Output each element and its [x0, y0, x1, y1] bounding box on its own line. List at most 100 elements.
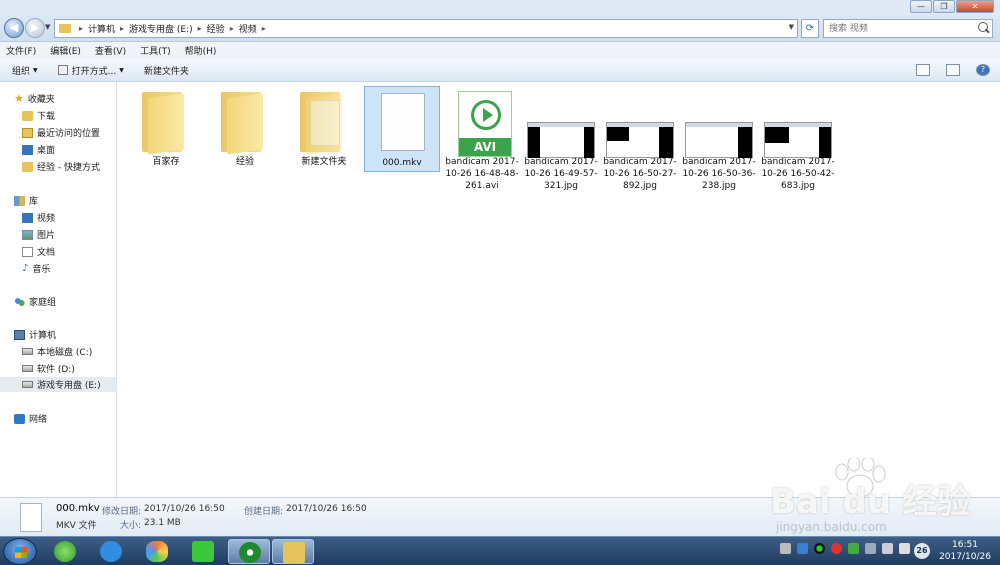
chevron-right-icon[interactable]: ▸	[198, 24, 202, 33]
file-name: bandicam 2017-10-26 16-50-27-892.jpg	[603, 157, 677, 191]
file-name: bandicam 2017-10-26 16-48-48-261.avi	[445, 157, 519, 191]
network-icon[interactable]	[865, 543, 876, 554]
help-icon[interactable]: ?	[976, 64, 990, 76]
address-bar-area: ◀ ▶ ▼ ▸ 计算机 ▸ 游戏专用盘 (E:) ▸ 经验 ▸ 视频 ▸ ▼ ⟳	[0, 14, 1000, 42]
avi-video-icon: AVI	[444, 86, 520, 157]
sidebar-item-network[interactable]: 网络	[14, 412, 47, 425]
sidebar-item-label: 软件 (D:)	[37, 365, 75, 375]
breadcrumb-computer[interactable]: 计算机	[88, 22, 115, 35]
search-icon[interactable]	[978, 22, 988, 32]
maximize-button[interactable]: ❐	[933, 0, 955, 13]
sidebar-item-homegroup[interactable]: 家庭组	[14, 295, 56, 308]
search-input[interactable]	[823, 19, 993, 38]
sidebar-item-pictures[interactable]: 图片	[22, 228, 55, 241]
star-icon: ★	[14, 91, 24, 105]
command-bar: 组织 ▼ 打开方式... ▼ 新建文件夹 ?	[0, 59, 1000, 82]
chevron-right-icon[interactable]: ▸	[230, 24, 234, 33]
shield-icon[interactable]	[797, 543, 808, 554]
refresh-button[interactable]: ⟳	[801, 19, 819, 38]
minimize-button[interactable]: —	[910, 0, 932, 13]
sidebar-item-videos[interactable]: 视频	[22, 211, 55, 224]
sidebar-item-favorites[interactable]: ★ 收藏夹	[14, 91, 55, 106]
sidebar-item-libraries[interactable]: 库	[14, 194, 38, 207]
detail-modified-value: 2017/10/26 16:50	[144, 504, 225, 514]
sidebar-item-drive-d[interactable]: 软件 (D:)	[22, 362, 75, 375]
sidebar-item-drive-c[interactable]: 本地磁盘 (C:)	[22, 345, 92, 358]
file-name: 百家存	[152, 157, 180, 167]
breadcrumb-drive-e[interactable]: 游戏专用盘 (E:)	[129, 22, 193, 35]
file-item-jpg-2[interactable]: bandicam 2017-10-26 16-50-27-892.jpg	[602, 86, 678, 192]
sidebar-item-music[interactable]: ♪ 音乐	[22, 262, 50, 275]
volume-icon[interactable]	[882, 543, 893, 554]
breadcrumb-videos[interactable]: 视频	[239, 22, 257, 35]
image-thumbnail	[523, 86, 599, 158]
file-item-jpg-3[interactable]: bandicam 2017-10-26 16-50-36-238.jpg	[681, 86, 757, 192]
menu-help[interactable]: 帮助(H)	[185, 44, 217, 57]
notification-badge[interactable]: 26	[914, 543, 930, 559]
menu-file[interactable]: 文件(F)	[6, 44, 36, 57]
sidebar-item-jingyan-shortcut[interactable]: 经验 - 快捷方式	[22, 160, 100, 173]
file-item-avi[interactable]: AVI bandicam 2017-10-26 16-48-48-261.avi	[444, 86, 520, 192]
sidebar-item-drive-e[interactable]: 游戏专用盘 (E:)	[0, 377, 116, 392]
sidebar-item-documents[interactable]: 文档	[22, 245, 55, 258]
taskbar-app-browser[interactable]	[44, 539, 86, 564]
folder-icon	[59, 24, 71, 33]
qq-icon[interactable]	[831, 543, 842, 554]
system-tray	[780, 543, 916, 554]
sidebar-item-computer[interactable]: 计算机	[14, 328, 56, 341]
organize-button[interactable]: 组织 ▼	[12, 64, 38, 77]
sidebar-item-recent[interactable]: 最近访问的位置	[22, 126, 100, 139]
sidebar-item-label: 库	[29, 197, 39, 207]
change-view-icon[interactable]	[916, 64, 930, 76]
breadcrumb-jingyan[interactable]: 经验	[207, 22, 225, 35]
chevron-right-icon[interactable]: ▸	[79, 24, 83, 33]
open-with-button[interactable]: 打开方式... ▼	[57, 64, 124, 77]
menu-tools[interactable]: 工具(T)	[140, 44, 171, 57]
clock[interactable]: 16:51 2017/10/26	[934, 539, 996, 563]
organize-label: 组织	[12, 66, 31, 77]
drive-icon	[22, 381, 33, 388]
start-button[interactable]	[3, 538, 37, 565]
address-dropdown-icon[interactable]: ▼	[789, 23, 794, 31]
clock-time: 16:51	[952, 540, 978, 550]
file-item-jpg-4[interactable]: bandicam 2017-10-26 16-50-42-683.jpg	[760, 86, 836, 192]
recent-pages-dropdown-icon[interactable]: ▼	[45, 23, 50, 31]
close-button[interactable]: ✕	[956, 0, 994, 13]
sidebar-item-label: 下载	[37, 112, 56, 122]
security-icon[interactable]	[814, 543, 825, 554]
file-name: 经验	[235, 157, 254, 167]
check-icon[interactable]	[848, 543, 859, 554]
taskbar-app-kugou[interactable]	[90, 539, 132, 564]
taskbar-app-explorer[interactable]	[272, 539, 314, 564]
forward-button[interactable]: ▶	[25, 18, 45, 38]
open-with-icon	[57, 65, 68, 75]
sidebar-item-downloads[interactable]: 下载	[22, 109, 55, 122]
taskbar-app-media-player[interactable]	[228, 539, 270, 564]
preview-pane-icon[interactable]	[946, 64, 960, 76]
chevron-right-icon[interactable]: ▸	[262, 24, 266, 33]
new-folder-button[interactable]: 新建文件夹	[144, 64, 189, 77]
file-item-folder-new[interactable]: 新建文件夹	[286, 86, 362, 168]
back-button[interactable]: ◀	[4, 18, 24, 38]
sidebar-item-label: 桌面	[37, 146, 56, 156]
file-item-folder-jingyan[interactable]: 经验	[207, 86, 283, 168]
address-field[interactable]: ▸ 计算机 ▸ 游戏专用盘 (E:) ▸ 经验 ▸ 视频 ▸ ▼	[54, 19, 798, 38]
file-item-mkv[interactable]: 000.mkv	[364, 86, 440, 172]
taskbar-app-paint[interactable]	[136, 539, 178, 564]
recent-places-icon	[22, 127, 33, 138]
explorer-window: — ❐ ✕ ◀ ▶ ▼ ▸ 计算机 ▸ 游戏专用盘 (E:) ▸ 经验 ▸ 视频…	[0, 0, 1000, 536]
menu-view[interactable]: 查看(V)	[95, 44, 126, 57]
taskbar-app-iqiyi[interactable]	[182, 539, 224, 564]
sidebar-item-desktop[interactable]: 桌面	[22, 143, 55, 156]
menu-edit[interactable]: 编辑(E)	[50, 44, 81, 57]
file-item-folder-baijiacun[interactable]: 百家存	[128, 86, 204, 168]
sidebar-item-label: 游戏专用盘 (E:)	[37, 381, 101, 391]
chevron-right-icon[interactable]: ▸	[120, 24, 124, 33]
file-name: bandicam 2017-10-26 16-50-36-238.jpg	[682, 157, 756, 191]
ime-icon[interactable]	[899, 543, 910, 554]
file-item-jpg-1[interactable]: bandicam 2017-10-26 16-49-57-321.jpg	[523, 86, 599, 192]
keyboard-icon[interactable]	[780, 543, 791, 554]
desktop-icon	[22, 144, 33, 155]
folder-icon	[207, 86, 283, 156]
library-icon	[14, 195, 25, 206]
